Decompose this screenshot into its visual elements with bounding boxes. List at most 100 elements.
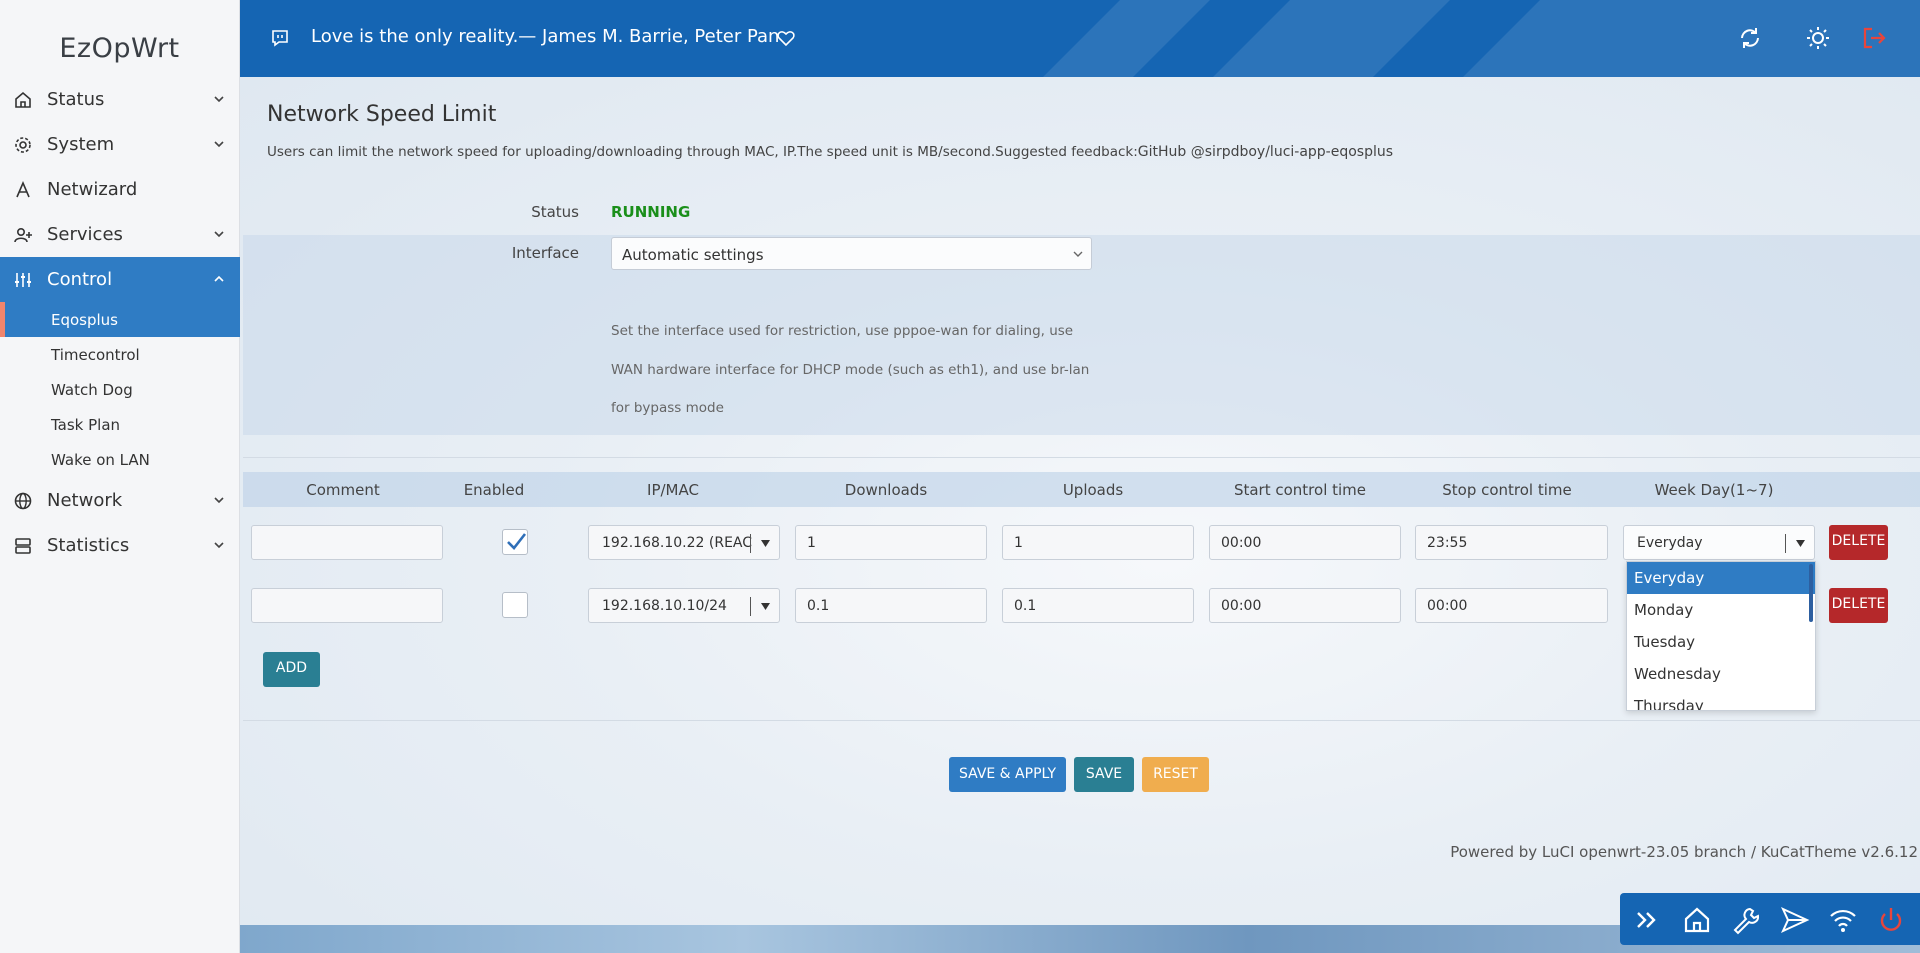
chevron-down-icon: [214, 96, 224, 103]
sidebar-item-system[interactable]: System: [0, 122, 240, 167]
weekday-option[interactable]: Wednesday: [1627, 658, 1815, 690]
weekday-combobox[interactable]: Everyday: [1623, 525, 1815, 560]
interface-help-line: for bypass mode: [611, 400, 724, 416]
enabled-checkbox[interactable]: [502, 592, 528, 618]
interface-help-line: WAN hardware interface for DHCP mode (su…: [611, 362, 1090, 378]
ipmac-value: 192.168.10.22 (REAC: [602, 535, 753, 551]
weekday-option[interactable]: Everyday: [1627, 562, 1815, 594]
divider: [243, 457, 1920, 458]
logout-icon[interactable]: [1861, 25, 1887, 51]
gear-icon: [15, 137, 31, 153]
header-stripe: [1170, 0, 1470, 77]
combo-separator: [1785, 534, 1786, 553]
ipmac-combobox[interactable]: 192.168.10.22 (REAC: [588, 525, 780, 560]
sidebar-subitem-taskplan[interactable]: Task Plan: [0, 407, 240, 442]
globe-icon: [14, 492, 32, 510]
comment-input[interactable]: [251, 588, 443, 623]
stop-time-input[interactable]: 23:55: [1415, 525, 1608, 560]
sidebar-item-label: Statistics: [47, 535, 130, 556]
sidebar-item-network[interactable]: Network: [0, 478, 240, 523]
quick-toolbar: [1620, 893, 1920, 945]
sidebar-subitem-timecontrol[interactable]: Timecontrol: [0, 337, 240, 372]
interface-select-value: Automatic settings: [622, 246, 764, 264]
delete-button[interactable]: DELETE: [1829, 588, 1888, 623]
server-icon: [15, 538, 31, 554]
home-icon[interactable]: [1682, 905, 1712, 935]
sidebar-subitem-watchdog[interactable]: Watch Dog: [0, 372, 240, 407]
comment-input[interactable]: [251, 525, 443, 560]
chevron-down-icon: [214, 231, 224, 238]
chevron-down-icon: [214, 497, 224, 504]
sidebar-subitem-wakeonlan[interactable]: Wake on LAN: [0, 442, 240, 477]
control-submenu: Eqosplus Timecontrol Watch Dog Task Plan…: [0, 302, 240, 477]
sidebar: EzOpWrt Status System Netwizard Services…: [0, 0, 240, 953]
downloads-input[interactable]: 0.1: [795, 588, 987, 623]
column-header: Comment: [306, 481, 380, 499]
header-stripe: [1000, 0, 1230, 77]
column-header: Uploads: [1062, 481, 1124, 499]
sidebar-item-label: Netwizard: [47, 179, 138, 200]
table-header: Comment Enabled IP/MAC Downloads Uploads…: [243, 472, 1920, 507]
chevron-down-icon: [214, 141, 224, 148]
delete-button[interactable]: DELETE: [1829, 525, 1888, 560]
weekday-option[interactable]: Thursday: [1627, 690, 1815, 710]
sidebar-item-control[interactable]: Control: [0, 257, 240, 302]
double-chevron-right-icon[interactable]: [1632, 905, 1662, 935]
wrench-icon[interactable]: [1730, 905, 1760, 935]
send-icon[interactable]: [1780, 905, 1810, 935]
feedback-link[interactable]: GitHub @sirpdboy/luci-app-eqosplus: [1138, 144, 1393, 160]
uploads-input[interactable]: 0.1: [1002, 588, 1194, 623]
header-stripe: [1420, 0, 1920, 77]
power-icon[interactable]: [1876, 905, 1906, 935]
column-header: Enabled: [463, 481, 525, 499]
quote-icon: [272, 30, 288, 47]
interface-help-line: Set the interface used for restriction, …: [611, 323, 1074, 339]
caret-down-icon: [1796, 540, 1805, 547]
stop-time-input[interactable]: 00:00: [1415, 588, 1608, 623]
sidebar-subitem-eqosplus[interactable]: Eqosplus: [0, 302, 240, 337]
heart-icon[interactable]: [776, 28, 796, 48]
ipmac-combobox[interactable]: 192.168.10.10/24: [588, 588, 780, 623]
sidebar-item-statistics[interactable]: Statistics: [0, 523, 240, 568]
home-icon: [15, 91, 31, 108]
top-header: Love is the only reality.— James M. Barr…: [240, 0, 1920, 77]
start-time-input[interactable]: 00:00: [1209, 588, 1401, 623]
save-button[interactable]: SAVE: [1074, 757, 1134, 792]
refresh-icon[interactable]: [1737, 25, 1763, 51]
sidebar-item-label: System: [47, 134, 115, 155]
status-label: Status: [531, 203, 579, 221]
sun-icon[interactable]: [1805, 25, 1831, 51]
combo-separator: [750, 597, 751, 616]
start-time-input[interactable]: 00:00: [1209, 525, 1401, 560]
enabled-checkbox[interactable]: [502, 529, 528, 555]
page-description: Users can limit the network speed for up…: [267, 144, 1393, 160]
weekday-option[interactable]: Tuesday: [1627, 626, 1815, 658]
sidebar-item-services[interactable]: Services: [0, 212, 240, 257]
save-apply-button[interactable]: SAVE & APPLY: [949, 757, 1066, 792]
status-value: RUNNING: [611, 203, 691, 221]
sidebar-item-netwizard[interactable]: Netwizard: [0, 167, 240, 212]
weekday-option[interactable]: Monday: [1627, 594, 1815, 626]
uploads-input[interactable]: 1: [1002, 525, 1194, 560]
downloads-input[interactable]: 1: [795, 525, 987, 560]
chevron-down-icon: [1073, 251, 1083, 257]
reset-button[interactable]: RESET: [1142, 757, 1209, 792]
weekday-dropdown-list[interactable]: Everyday Monday Tuesday Wednesday Thursd…: [1626, 561, 1816, 711]
interface-label: Interface: [511, 244, 579, 262]
wizard-icon: [16, 180, 30, 198]
dropdown-scrollbar[interactable]: [1809, 564, 1813, 622]
chevron-down-icon: [214, 542, 224, 549]
weekday-value: Everyday: [1637, 535, 1703, 551]
caret-down-icon: [761, 540, 770, 547]
combo-separator: [750, 534, 751, 553]
wifi-icon[interactable]: [1828, 905, 1858, 935]
sidebar-item-label: Status: [47, 89, 105, 110]
sidebar-item-status[interactable]: Status: [0, 77, 240, 122]
footer-powered-by: Powered by LuCI openwrt-23.05 branch / K…: [1450, 843, 1918, 861]
sliders-icon: [15, 273, 31, 287]
column-header: Start control time: [1233, 481, 1367, 499]
add-button[interactable]: ADD: [263, 652, 320, 687]
interface-select[interactable]: Automatic settings: [611, 237, 1092, 270]
page-title: Network Speed Limit: [267, 102, 497, 127]
sidebar-item-label: Services: [47, 224, 123, 245]
